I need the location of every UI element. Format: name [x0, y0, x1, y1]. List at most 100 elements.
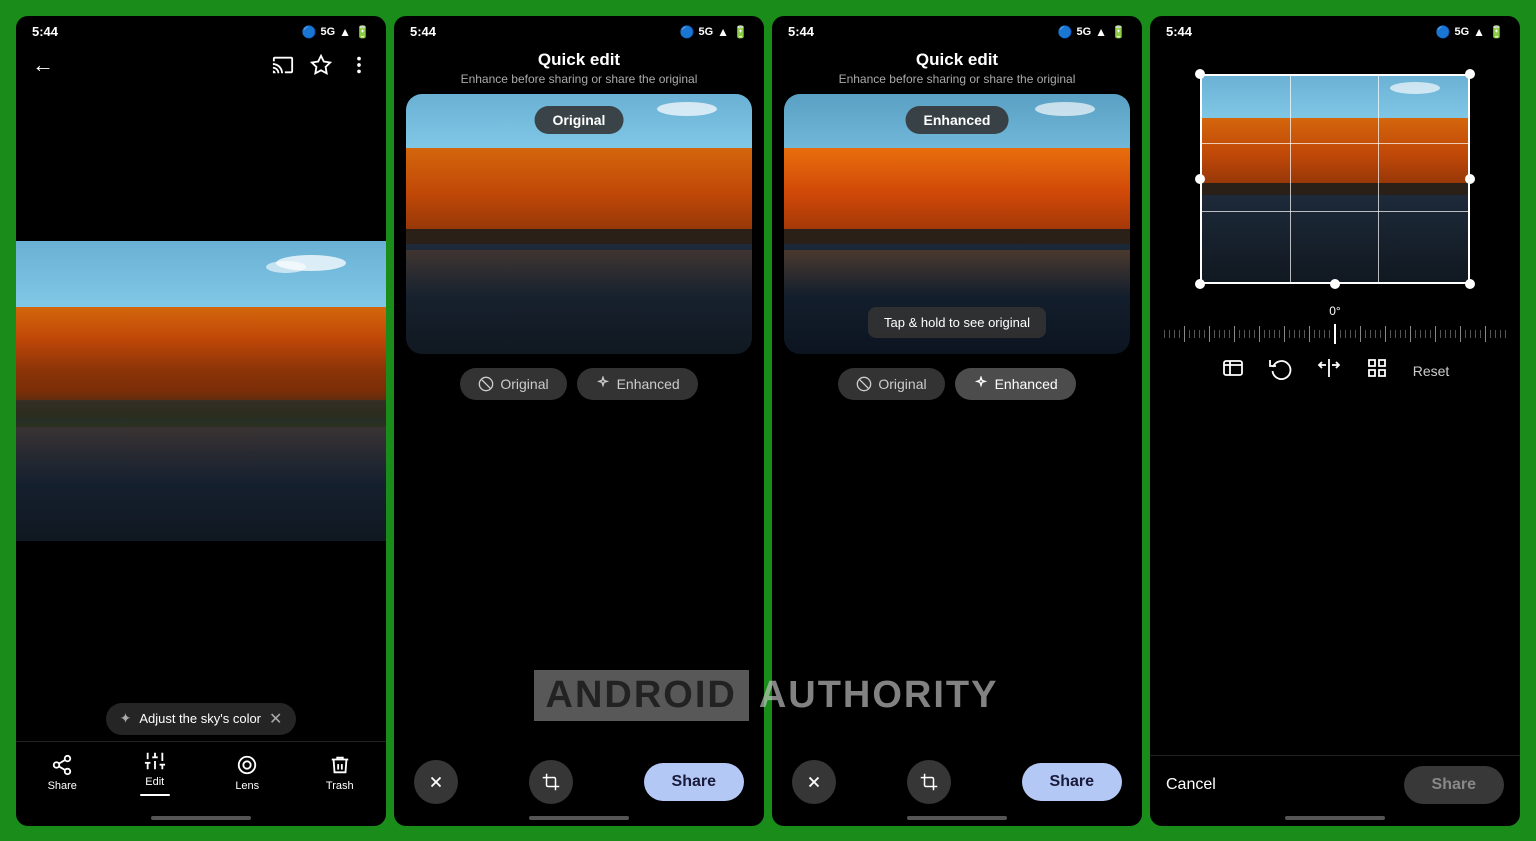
refl-2	[406, 250, 752, 297]
screen-4: 5:44 🔵 5G ▲ 🔋	[1150, 16, 1520, 826]
crop-handle-mr[interactable]	[1465, 174, 1475, 184]
signal-icon: ▲	[339, 25, 351, 39]
signal-text: 5G	[320, 26, 335, 38]
battery-icon-2: 🔋	[733, 25, 748, 39]
foreground-layer	[16, 391, 386, 427]
trees-2	[406, 148, 752, 239]
original-toggle-2[interactable]: Original	[460, 368, 566, 400]
status-icons-2: 🔵 5G ▲ 🔋	[680, 25, 748, 39]
main-photo	[16, 241, 386, 541]
rotate-button[interactable]	[1269, 356, 1293, 387]
status-bar-3: 5:44 🔵 5G ▲ 🔋	[772, 16, 1142, 44]
back-button[interactable]: ←	[32, 52, 54, 78]
crop-cloud	[1390, 82, 1440, 94]
image-card-2[interactable]: Original	[406, 94, 752, 354]
bt-icon-4: 🔵	[1436, 25, 1451, 39]
freeform-button[interactable]	[1365, 356, 1389, 387]
home-indicator-1	[16, 812, 386, 826]
home-indicator-3	[772, 812, 1142, 826]
rotation-ticks[interactable]	[1160, 322, 1510, 346]
crop-handle-tr[interactable]	[1465, 69, 1475, 79]
status-icons-1: 🔵 5G ▲ 🔋	[302, 25, 370, 39]
close-button-3[interactable]	[792, 760, 836, 804]
toggle-row-2: Original Enhanced	[460, 354, 697, 410]
hint-close-button[interactable]: ✕	[269, 709, 282, 729]
cloud-2	[266, 261, 306, 273]
trash-bottom-button[interactable]: Trash	[310, 754, 370, 792]
star-button[interactable]	[310, 54, 332, 76]
crop-trees	[1200, 118, 1470, 192]
enhanced-label-2: Enhanced	[617, 376, 680, 392]
signal-icon-3: ▲	[1095, 25, 1107, 39]
time-2: 5:44	[410, 24, 436, 39]
bluetooth-icon: 🔵	[302, 25, 317, 39]
screen-1: 5:44 🔵 5G ▲ 🔋 ←	[16, 16, 386, 826]
quick-edit-header-3: Quick edit Enhance before sharing or sha…	[772, 44, 1142, 94]
status-icons-3: 🔵 5G ▲ 🔋	[1058, 25, 1126, 39]
original-icon-2	[478, 376, 494, 392]
image-label-3: Enhanced	[906, 106, 1009, 134]
image-label-2: Original	[535, 106, 624, 134]
crop-container[interactable]	[1200, 74, 1470, 284]
hint-bar: ✦ Adjust the sky's color ✕	[16, 697, 386, 741]
share-button-4[interactable]: Share	[1404, 766, 1504, 804]
aspect-ratio-icon	[1221, 356, 1245, 380]
cancel-button[interactable]: Cancel	[1166, 776, 1216, 794]
enhanced-toggle-3[interactable]: Enhanced	[955, 368, 1076, 400]
home-bar-3	[907, 816, 1007, 820]
original-icon-3	[856, 376, 872, 392]
lens-bottom-button[interactable]: Lens	[217, 754, 277, 792]
time-4: 5:44	[1166, 24, 1192, 39]
edit-bottom-button[interactable]: Edit	[125, 750, 185, 796]
toggle-row-3: Original Enhanced	[838, 354, 1075, 410]
screen-3: 5:44 🔵 5G ▲ 🔋 Quick edit Enhance before …	[772, 16, 1142, 826]
lens-icon	[236, 754, 258, 776]
aspect-ratio-button[interactable]	[1221, 356, 1245, 387]
mirror-icon	[1317, 356, 1341, 380]
share-label: Share	[48, 780, 77, 792]
share-icon	[51, 754, 73, 776]
more-button[interactable]	[348, 54, 370, 76]
signal-icon-2: ▲	[717, 25, 729, 39]
crop-water	[1200, 195, 1470, 283]
hint-text: Adjust the sky's color	[139, 711, 261, 726]
home-bar-4	[1285, 816, 1385, 820]
crop-handle-bc[interactable]	[1330, 279, 1340, 289]
home-bar-1	[151, 816, 251, 820]
crop-handle-tl[interactable]	[1195, 69, 1205, 79]
crop-handle-bl[interactable]	[1195, 279, 1205, 289]
signal-text-2: 5G	[698, 26, 713, 38]
share-bottom-button[interactable]: Share	[32, 754, 92, 792]
back-icon: ←	[32, 52, 54, 78]
screens-container: 5:44 🔵 5G ▲ 🔋 ←	[0, 0, 1536, 841]
crop-button-2[interactable]	[529, 760, 573, 804]
refl-3	[784, 250, 1130, 297]
photo-area-1[interactable]	[16, 86, 386, 697]
crop-icon-2	[542, 773, 560, 791]
crop-footer: Cancel Share	[1150, 755, 1520, 812]
reset-button[interactable]: Reset	[1413, 363, 1450, 379]
image-card-3[interactable]: Enhanced Tap & hold to see original	[784, 94, 1130, 354]
crop-button-3[interactable]	[907, 760, 951, 804]
share-button-2[interactable]: Share	[644, 763, 744, 801]
close-icon-3	[805, 773, 823, 791]
close-button-2[interactable]	[414, 760, 458, 804]
close-icon-2	[427, 773, 445, 791]
status-icons-4: 🔵 5G ▲ 🔋	[1436, 25, 1504, 39]
signal-icon-4: ▲	[1473, 25, 1485, 39]
tool-row: Reset	[1221, 346, 1450, 397]
status-bar-4: 5:44 🔵 5G ▲ 🔋	[1150, 16, 1520, 44]
edit-icon	[144, 750, 166, 772]
cast-button[interactable]	[272, 54, 294, 76]
mirror-button[interactable]	[1317, 356, 1341, 387]
enhanced-toggle-2[interactable]: Enhanced	[577, 368, 698, 400]
crop-handle-ml[interactable]	[1195, 174, 1205, 184]
hint-icon: ✦	[120, 710, 132, 727]
header-title-2: Quick edit	[410, 50, 748, 70]
crop-handle-br[interactable]	[1465, 279, 1475, 289]
original-toggle-3[interactable]: Original	[838, 368, 944, 400]
share-button-3[interactable]: Share	[1022, 763, 1122, 801]
home-indicator-2	[394, 812, 764, 826]
tick-container	[1160, 324, 1510, 344]
enhanced-icon-3	[973, 376, 989, 392]
